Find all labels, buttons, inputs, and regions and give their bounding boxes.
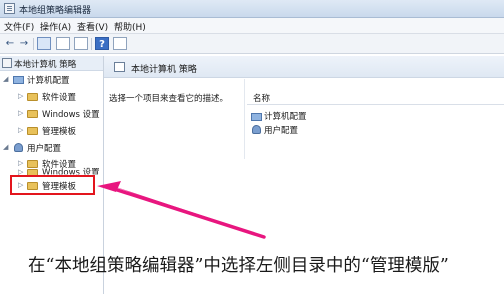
view-icon[interactable]	[113, 37, 127, 50]
help-icon[interactable]: ?	[95, 37, 109, 50]
collapse-arrow-icon[interactable]: ◢	[3, 143, 8, 151]
menu-view[interactable]: 查看(V)	[77, 20, 108, 33]
toolbar-separator	[91, 38, 92, 50]
user-icon	[14, 143, 23, 152]
policy-icon	[114, 62, 125, 72]
toolbar-separator	[33, 38, 34, 50]
expand-arrow-icon[interactable]: ▷	[18, 92, 23, 100]
expand-arrow-icon[interactable]: ▷	[18, 159, 23, 167]
computer-icon	[13, 76, 24, 84]
arrow-shaft	[110, 185, 263, 238]
tree-item-user-config[interactable]: 用户配置	[27, 142, 61, 154]
user-icon	[252, 125, 261, 134]
tree-item-computer-config[interactable]: 计算机配置	[27, 74, 70, 86]
list-item-computer-config[interactable]: 计算机配置	[264, 110, 307, 122]
forward-arrow-icon[interactable]: →	[17, 37, 31, 50]
folder-icon	[27, 110, 38, 118]
main-title: 本地计算机 策略	[131, 65, 197, 75]
list-item-user-config[interactable]: 用户配置	[264, 124, 298, 136]
title-bar: 本地组策略编辑器	[0, 0, 504, 18]
description-text: 选择一个项目来查看它的描述。	[109, 94, 229, 104]
tree-item-windows-settings[interactable]: Windows 设置	[42, 108, 100, 120]
menu-action[interactable]: 操作(A)	[40, 20, 71, 33]
show-tree-icon[interactable]	[37, 37, 51, 50]
column-header-label: 名称	[253, 94, 271, 104]
properties-icon[interactable]	[56, 37, 70, 50]
menu-bar: 文件(F) 操作(A) 查看(V) 帮助(H)	[0, 18, 504, 34]
tree-root-label: 本地计算机 策略	[14, 60, 77, 70]
tree-root[interactable]: 本地计算机 策略	[0, 56, 103, 71]
menu-file[interactable]: 文件(F)	[4, 20, 34, 33]
main-header: 本地计算机 策略	[104, 56, 504, 78]
column-header-name[interactable]: 名称	[247, 90, 504, 105]
folder-icon	[27, 93, 38, 101]
expand-arrow-icon[interactable]: ▷	[18, 126, 23, 134]
window-title: 本地组策略编辑器	[19, 6, 92, 16]
expand-arrow-icon[interactable]: ▷	[18, 109, 23, 117]
tree-item-software-settings[interactable]: 软件设置	[42, 91, 76, 103]
policy-icon	[2, 58, 12, 68]
caption-text: 在“本地组策略编辑器”中选择左侧目录中的“管理模版”	[28, 256, 449, 276]
app-icon	[4, 3, 15, 14]
back-arrow-icon[interactable]: ←	[3, 37, 17, 50]
toolbar: ← → ?	[0, 34, 504, 54]
highlight-box	[10, 175, 95, 195]
arrow-shaft-line	[106, 185, 266, 239]
collapse-arrow-icon[interactable]: ◢	[3, 75, 8, 83]
pane-divider	[244, 79, 245, 159]
tree-item-admin-templates[interactable]: 管理模板	[42, 125, 76, 137]
export-list-icon[interactable]	[74, 37, 88, 50]
menu-help[interactable]: 帮助(H)	[114, 20, 146, 33]
computer-icon	[251, 113, 262, 121]
folder-icon	[27, 160, 38, 168]
folder-icon	[27, 127, 38, 135]
